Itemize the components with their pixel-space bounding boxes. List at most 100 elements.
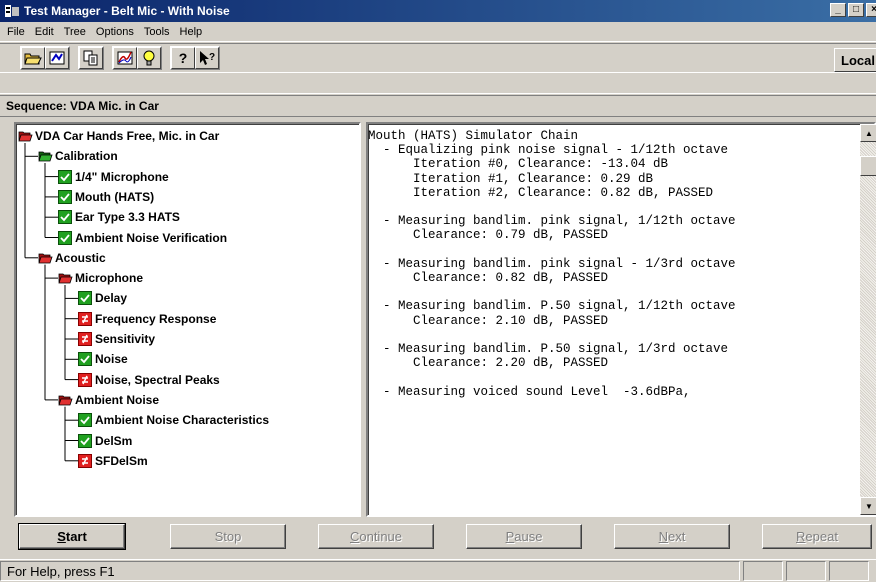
minimize-button[interactable]: _ bbox=[830, 3, 846, 17]
repeat-button[interactable]: Repeat bbox=[762, 524, 872, 549]
status-panel bbox=[743, 560, 783, 581]
tree-node[interactable]: DelSm bbox=[78, 432, 132, 450]
title-bar: Test Manager - Belt Mic - With Noise _ □… bbox=[0, 0, 876, 22]
toolbar-group-help: ? ? bbox=[170, 46, 220, 70]
toolbar-group-file bbox=[20, 46, 70, 70]
tree-node[interactable]: Noise bbox=[78, 350, 128, 368]
menu-file[interactable]: File bbox=[2, 26, 30, 38]
app-icon bbox=[4, 3, 20, 19]
menu-bar: File Edit Tree Options Tools Help bbox=[0, 22, 876, 42]
folder-open-icon bbox=[58, 271, 73, 285]
sequence-tree[interactable]: VDA Car Hands Free, Mic. in Car Calibrati… bbox=[14, 122, 361, 517]
tree-node-label: Sensitivity bbox=[95, 332, 156, 346]
menu-tree[interactable]: Tree bbox=[59, 26, 91, 38]
tree-node[interactable]: Ambient Noise Characteristics bbox=[78, 411, 269, 429]
tree-node[interactable]: Sensitivity bbox=[78, 330, 155, 348]
sequence-label: Sequence: VDA Mic. in Car bbox=[0, 95, 876, 117]
help-icon[interactable]: ? bbox=[171, 47, 195, 69]
tree-node-label: Microphone bbox=[75, 271, 143, 286]
control-buttons: Start Stop Continue Pause Next Repeat bbox=[0, 521, 876, 555]
context-help-icon[interactable]: ? bbox=[195, 47, 219, 69]
folder-open-icon bbox=[18, 129, 33, 143]
tree-node-label: Frequency Response bbox=[95, 311, 217, 326]
svg-text:?: ? bbox=[209, 52, 215, 63]
tree-node[interactable]: Delay bbox=[78, 289, 127, 307]
toolbar: ? ? Local bbox=[0, 43, 876, 73]
tree-node-label: Calibration bbox=[55, 149, 118, 164]
scroll-up-icon[interactable]: ▲ bbox=[860, 124, 876, 142]
log-text: Mouth (HATS) Simulator Chain - Equalizin… bbox=[368, 129, 736, 399]
tree-node-label: 1/4" Microphone bbox=[75, 169, 169, 184]
scroll-thumb[interactable] bbox=[860, 156, 876, 176]
lightbulb-icon[interactable] bbox=[137, 47, 161, 69]
tree-node-label: Delay bbox=[95, 291, 128, 306]
local-button[interactable]: Local bbox=[834, 48, 876, 72]
scroll-down-icon[interactable]: ▼ bbox=[860, 497, 876, 515]
status-bar: For Help, press F1 bbox=[0, 559, 876, 581]
menu-help[interactable]: Help bbox=[175, 26, 208, 38]
pass-icon bbox=[58, 210, 73, 225]
tree-node[interactable]: VDA Car Hands Free, Mic. in Car bbox=[18, 127, 219, 145]
toolbar-group-view bbox=[112, 46, 162, 70]
tree-node[interactable]: Acoustic bbox=[38, 249, 106, 267]
fail-icon bbox=[78, 332, 93, 346]
fail-icon bbox=[78, 453, 93, 468]
pass-icon bbox=[78, 291, 93, 306]
tree-node-label: VDA Car Hands Free, Mic. in Car bbox=[35, 129, 220, 143]
open-folder-icon[interactable] bbox=[21, 47, 45, 69]
menu-tools[interactable]: Tools bbox=[139, 26, 175, 38]
tree-node-label: Noise, Spectral Peaks bbox=[95, 372, 220, 387]
tree-node[interactable]: Ear Type 3.3 HATS bbox=[58, 208, 180, 226]
toolbar-group-copy bbox=[78, 46, 104, 70]
log-scrollbar[interactable]: ▲ ▼ bbox=[860, 124, 876, 515]
window-title: Test Manager - Belt Mic - With Noise bbox=[24, 4, 230, 18]
continue-button[interactable]: Continue bbox=[318, 524, 434, 549]
chart-icon[interactable] bbox=[113, 47, 137, 69]
status-panel bbox=[829, 560, 869, 581]
maximize-button[interactable]: □ bbox=[848, 3, 864, 17]
pass-icon bbox=[78, 433, 93, 448]
menu-options[interactable]: Options bbox=[91, 26, 139, 38]
status-text: For Help, press F1 bbox=[0, 560, 740, 581]
tree-node[interactable]: SFDelSm bbox=[78, 452, 148, 470]
folder-open-icon bbox=[58, 393, 73, 407]
tree-node-label: DelSm bbox=[95, 433, 133, 448]
tree-node[interactable]: Calibration bbox=[38, 147, 118, 165]
tree-node[interactable]: Mouth (HATS) bbox=[58, 188, 154, 206]
status-panel bbox=[786, 560, 826, 581]
pass-icon bbox=[78, 413, 93, 428]
pass-icon bbox=[58, 189, 73, 204]
edit-sequence-icon[interactable] bbox=[45, 47, 69, 69]
close-button[interactable]: × bbox=[866, 3, 876, 17]
tree-node-label: Acoustic bbox=[55, 250, 106, 265]
pause-button[interactable]: Pause bbox=[466, 524, 582, 549]
tree-node-label: SFDelSm bbox=[95, 453, 148, 468]
pass-icon bbox=[78, 352, 93, 367]
tree-node[interactable]: Microphone bbox=[58, 269, 143, 287]
copy-icon[interactable] bbox=[79, 47, 103, 69]
tree-node-label: Mouth (HATS) bbox=[75, 189, 155, 204]
fail-icon bbox=[78, 372, 93, 387]
fail-icon bbox=[78, 311, 93, 326]
menu-edit[interactable]: Edit bbox=[30, 26, 59, 38]
start-button[interactable]: Start bbox=[18, 523, 126, 550]
folder-open-icon bbox=[38, 149, 53, 163]
tree-node[interactable]: Noise, Spectral Peaks bbox=[78, 371, 220, 389]
tree-node[interactable]: Frequency Response bbox=[78, 310, 216, 328]
pass-icon bbox=[58, 230, 73, 245]
log-pane[interactable]: Mouth (HATS) Simulator Chain - Equalizin… bbox=[366, 122, 876, 517]
tree-node-label: Noise bbox=[95, 352, 128, 367]
tree-node[interactable]: Ambient Noise bbox=[58, 391, 159, 409]
window-controls: _ □ × bbox=[830, 3, 876, 17]
pass-icon bbox=[58, 169, 73, 184]
separator bbox=[0, 93, 876, 94]
stop-button[interactable]: Stop bbox=[170, 524, 286, 549]
next-button[interactable]: Next bbox=[614, 524, 730, 549]
tree-node-label: Ambient Noise bbox=[75, 392, 160, 407]
tree-node[interactable]: Ambient Noise Verification bbox=[58, 229, 227, 247]
folder-open-icon bbox=[38, 251, 53, 265]
tree-node[interactable]: 1/4" Microphone bbox=[58, 168, 169, 186]
tree-node-label: Ear Type 3.3 HATS bbox=[75, 210, 180, 225]
tree-node-label: Ambient Noise Characteristics bbox=[95, 413, 270, 428]
tree-node-label: Ambient Noise Verification bbox=[75, 230, 228, 245]
